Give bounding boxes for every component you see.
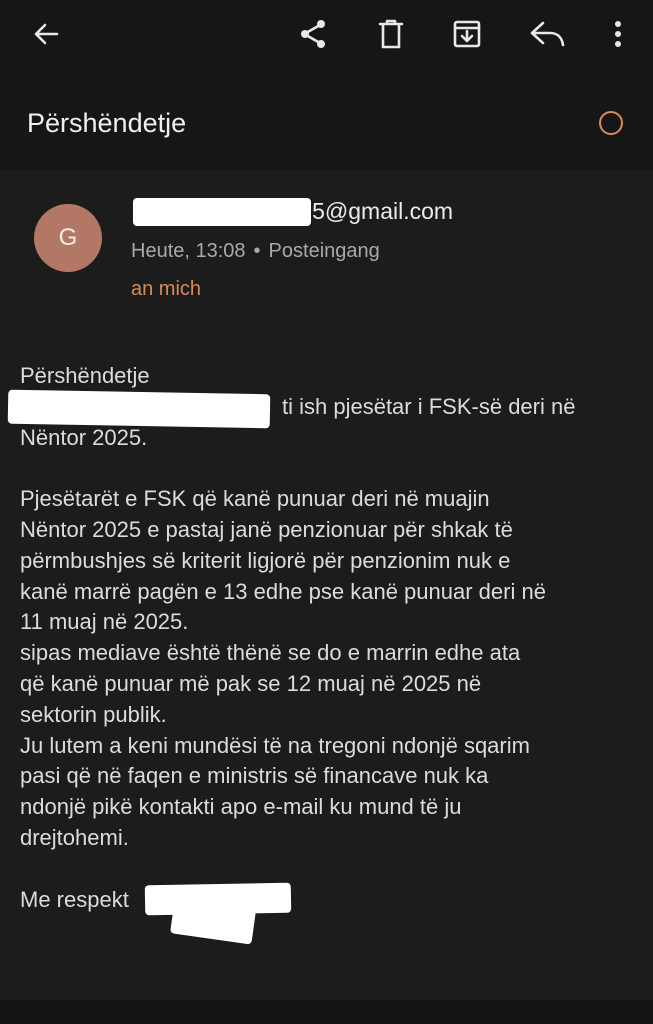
sender-avatar[interactable]: G [34, 204, 102, 272]
bottom-bar [0, 1000, 653, 1024]
email-meta: Heute, 13:08 • Posteingang [131, 240, 380, 262]
body-paragraph-2: Pjesëtarët e FSK që kanë punuar deri në … [20, 486, 546, 850]
app-bar: Përshëndetje [0, 0, 653, 170]
email-folder: Posteingang [268, 240, 380, 262]
redaction-mark [133, 198, 311, 226]
email-body: Përshëndetje ti ish pjesëtar i FSK-së de… [20, 361, 640, 915]
redaction-mark [7, 389, 271, 429]
reply-icon[interactable] [527, 14, 567, 54]
archive-icon[interactable] [447, 14, 487, 54]
email-date: Heute, 13:08 [131, 240, 246, 262]
back-arrow-icon[interactable] [26, 14, 66, 54]
body-closing: Me respekt [20, 886, 129, 912]
delete-icon[interactable] [371, 14, 411, 54]
sender-email-text: i5@gmail.com [307, 198, 454, 224]
recipient-label[interactable]: an mich [131, 278, 201, 301]
body-greeting: Përshëndetje [20, 363, 150, 388]
importance-circle-icon[interactable] [599, 111, 623, 135]
body-line-2: Nëntor 2025. [20, 424, 148, 450]
share-icon[interactable] [293, 14, 333, 54]
email-subject: Përshëndetje [27, 108, 187, 138]
body-line-1-text: ti ish pjesëtar i FSK-së deri në [282, 393, 576, 419]
more-vertical-icon[interactable] [598, 14, 638, 54]
avatar-letter: G [58, 224, 78, 251]
